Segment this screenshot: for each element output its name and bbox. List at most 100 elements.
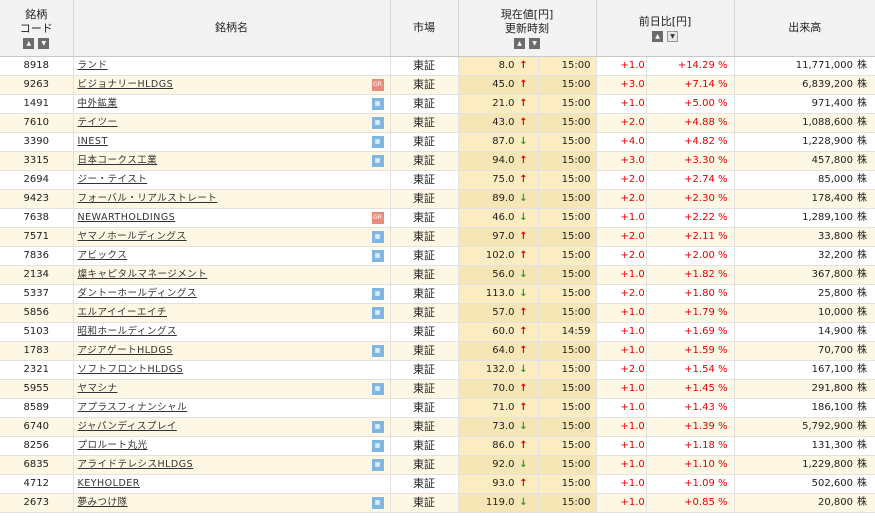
price: 102.0 (485, 250, 515, 261)
stock-name-link[interactable]: アプラスフィナンシャル (78, 402, 188, 413)
chart-icon[interactable]: ▦ (371, 117, 384, 129)
stock-name-link[interactable]: フォーバル・リアルストレート (78, 193, 218, 204)
chart-icon[interactable]: ▦ (371, 288, 384, 300)
update-time: 15:00 (538, 341, 597, 361)
price-cell: 132.0 ↓ (458, 360, 539, 380)
chart-icon[interactable]: ▦ (371, 345, 384, 357)
price-cell: 64.0 ↑ (458, 341, 539, 361)
stock-name-link[interactable]: KEYHOLDER (78, 478, 140, 489)
stock-name-link[interactable]: 夢みつけ隊 (78, 497, 128, 508)
volume-cell: 1,229,800 株 (734, 455, 875, 475)
stock-code: 8918 (0, 56, 74, 76)
stock-name-link[interactable]: NEWARTHOLDINGS (78, 212, 176, 223)
name-header: 銘柄名 (73, 0, 391, 57)
stock-name-link[interactable]: 中外鉱業 (78, 98, 118, 109)
stock-name-cell: アライドテレシスHLDGS ▦ (73, 455, 391, 475)
price-cell: 21.0 ↑ (458, 94, 539, 114)
chart-icon[interactable]: ▦ (371, 459, 384, 471)
stock-name-link[interactable]: エルアイイーエイチ (78, 307, 168, 318)
sort-price-desc-button[interactable]: ▼ (529, 37, 540, 49)
change-amount: +1.0 (596, 417, 647, 437)
volume: 5,792,900 (802, 421, 853, 432)
update-time: 14:59 (538, 322, 597, 342)
sort-price-asc-button[interactable]: ▲ (514, 37, 525, 49)
stock-name-link[interactable]: 燦キャピタルマネージメント (78, 269, 208, 280)
gr-badge-icon[interactable]: GR (371, 212, 384, 224)
volume-cell: 457,800 株 (734, 151, 875, 171)
volume: 457,800 (811, 155, 853, 166)
volume: 85,000 (818, 174, 853, 185)
table-row: 1491 中外鉱業 ▦ 東証 21.0 ↑ 15:00 +1.0 +5.00 % 9… (0, 94, 875, 114)
stock-code: 4712 (0, 474, 74, 494)
sort-change-desc-button[interactable]: ▼ (667, 30, 678, 42)
chart-icon[interactable]: ▦ (371, 98, 384, 110)
stock-name-cell: アプラスフィナンシャル (73, 398, 391, 418)
stock-code: 2134 (0, 265, 74, 285)
stock-name-cell: INEST ▦ (73, 132, 391, 152)
volume: 1,228,900 (802, 136, 853, 147)
stock-code: 8589 (0, 398, 74, 418)
chart-icon[interactable]: ▦ (371, 421, 384, 433)
volume-cell: 70,700 株 (734, 341, 875, 361)
price-cell: 70.0 ↑ (458, 379, 539, 399)
stock-name-link[interactable]: ジー・テイスト (78, 174, 148, 185)
price-cell: 60.0 ↑ (458, 322, 539, 342)
stock-name-cell: ダントーホールディングス ▦ (73, 284, 391, 304)
chart-icon[interactable]: ▦ (371, 155, 384, 167)
stock-name-link[interactable]: ソフトフロントHLDGS (78, 364, 184, 375)
chart-icon[interactable]: ▦ (371, 383, 384, 395)
stock-name-link[interactable]: ビジョナリーHLDGS (78, 79, 174, 90)
stock-name-link[interactable]: ヤマノホールディングス (78, 231, 187, 242)
chart-icon[interactable]: ▦ (371, 231, 384, 243)
stock-name-link[interactable]: ランド (78, 60, 108, 71)
stock-name-link[interactable]: 日本コークス工業 (78, 155, 158, 166)
sort-code-asc-button[interactable]: ▲ (23, 37, 35, 49)
change-percent: +5.00 % (646, 94, 735, 114)
update-time: 15:00 (538, 208, 597, 228)
stock-name-link[interactable]: アジアゲートHLDGS (78, 345, 173, 356)
gr-badge-icon[interactable]: GR (371, 79, 384, 91)
sort-code-desc-button[interactable]: ▼ (38, 37, 50, 49)
up-arrow-icon: ↑ (519, 155, 528, 166)
update-time: 15:00 (538, 94, 597, 114)
update-time: 15:00 (538, 246, 597, 266)
volume-unit: 株 (857, 212, 867, 223)
volume-unit: 株 (857, 345, 867, 356)
table-row: 5103 昭和ホールディングス 東証 60.0 ↑ 14:59 +1.0 +1.6… (0, 322, 875, 342)
stock-name-link[interactable]: 昭和ホールディングス (78, 326, 177, 337)
volume: 10,000 (818, 307, 853, 318)
volume: 291,800 (811, 383, 853, 394)
volume-cell: 971,400 株 (734, 94, 875, 114)
chart-icon[interactable]: ▦ (371, 136, 384, 148)
table-row: 2134 燦キャピタルマネージメント 東証 56.0 ↓ 15:00 +1.0 +… (0, 265, 875, 285)
price-header-line2: 更新時刻 (505, 21, 549, 35)
sort-change-asc-button[interactable]: ▲ (652, 30, 663, 42)
stock-name-link[interactable]: プロルート丸光 (78, 440, 148, 451)
chart-icon[interactable]: ▦ (371, 497, 384, 509)
market: 東証 (390, 493, 459, 513)
stock-name-link[interactable]: アライドテレシスHLDGS (78, 459, 194, 470)
ranking-table: 銘柄 コード ▲ ▼ 銘柄名 市場 現在値[円] 更新時刻 ▲ ▼ 前日比[円] (0, 0, 875, 513)
volume: 1,088,600 (802, 117, 853, 128)
stock-name-link[interactable]: アビックス (78, 250, 128, 261)
change-percent: +1.10 % (646, 455, 735, 475)
stock-name-cell: アジアゲートHLDGS ▦ (73, 341, 391, 361)
chart-icon[interactable]: ▦ (371, 440, 384, 452)
change-amount: +3.0 (596, 75, 647, 95)
stock-name-link[interactable]: テイツー (78, 117, 118, 128)
stock-name-cell: KEYHOLDER (73, 474, 391, 494)
chart-icon[interactable]: ▦ (371, 250, 384, 262)
change-percent: +2.22 % (646, 208, 735, 228)
update-time: 15:00 (538, 360, 597, 380)
table-row: 3315 日本コークス工業 ▦ 東証 94.0 ↑ 15:00 +3.0 +3.30… (0, 151, 875, 171)
stock-name-cell: エルアイイーエイチ ▦ (73, 303, 391, 323)
stock-name-link[interactable]: ヤマシナ (78, 383, 118, 394)
volume: 70,700 (818, 345, 853, 356)
stock-code: 6740 (0, 417, 74, 437)
price: 43.0 (492, 117, 515, 128)
stock-name-link[interactable]: ジャパンディスプレイ (78, 421, 177, 432)
change-amount: +1.0 (596, 265, 647, 285)
chart-icon[interactable]: ▦ (371, 307, 384, 319)
stock-name-link[interactable]: INEST (78, 136, 108, 147)
stock-name-link[interactable]: ダントーホールディングス (78, 288, 197, 299)
